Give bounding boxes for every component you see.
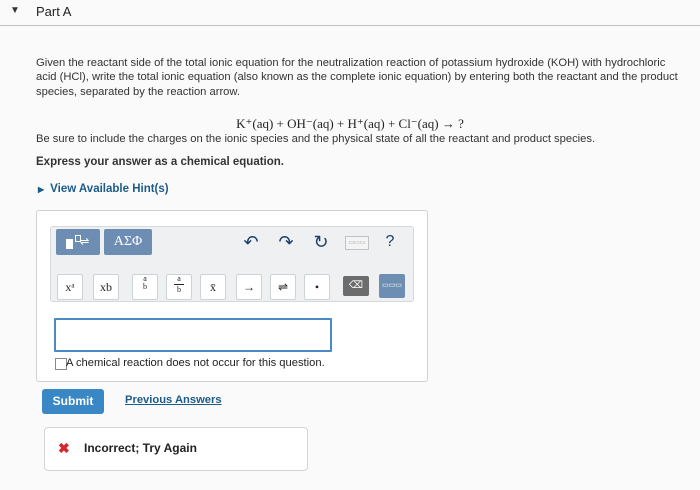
frac2-bottom: b xyxy=(177,285,181,294)
view-hints-label: View Available Hint(s) xyxy=(50,183,169,195)
templates-button[interactable]: ⇌ xyxy=(56,229,100,255)
no-reaction-label: A chemical reaction does not occur for t… xyxy=(66,357,325,369)
express-instruction: Express your answer as a chemical equati… xyxy=(36,156,284,168)
clear-button[interactable]: ⌫ xyxy=(343,276,369,296)
view-hints-link[interactable]: ▶ View Available Hint(s) xyxy=(38,183,169,195)
greek-symbols-button[interactable]: ΑΣΦ xyxy=(104,229,152,255)
answer-input[interactable] xyxy=(54,318,332,352)
equilibrium-arrow-button[interactable]: ⇌ xyxy=(270,274,296,300)
xbar-button[interactable]: x̄ xyxy=(200,274,226,300)
part-header[interactable]: ▼ Part A xyxy=(0,0,700,24)
feedback-text: Incorrect; Try Again xyxy=(84,441,197,455)
instruction-text: Be sure to include the charges on the io… xyxy=(36,133,596,145)
equilibrium-arrow-icon: ⇌ xyxy=(80,236,90,248)
redo-icon[interactable]: ↷ xyxy=(275,231,297,253)
superscript-button[interactable]: xᵃ xyxy=(57,274,83,300)
divider xyxy=(0,25,700,26)
submit-button[interactable]: Submit xyxy=(42,389,104,414)
triangle-down-icon[interactable]: ▼ xyxy=(10,5,20,16)
previous-answers-link[interactable]: Previous Answers xyxy=(125,394,222,406)
dot-button[interactable]: • xyxy=(304,274,330,300)
triangle-right-icon: ▶ xyxy=(38,185,45,194)
frac-bottom: b xyxy=(143,282,147,291)
question-text: Given the reactant side of the total ion… xyxy=(36,57,678,98)
template-box-icon xyxy=(66,239,73,249)
subscript-button[interactable]: xb xyxy=(93,274,119,300)
help-icon[interactable]: ? xyxy=(380,231,400,253)
keyboard-toggle-button[interactable]: ▭▭▭ xyxy=(379,274,405,298)
x-icon: ✖ xyxy=(58,440,70,456)
reaction-arrow-button[interactable]: → xyxy=(236,274,262,300)
reactant-equation: K⁺(aq) + OH⁻(aq) + H⁺(aq) + Cl⁻(aq) → ? xyxy=(236,116,464,131)
fraction-button[interactable]: ab xyxy=(132,274,158,300)
part-title: Part A xyxy=(36,4,72,19)
subscript-label: xb xyxy=(100,280,112,294)
fraction-bar-button[interactable]: ab xyxy=(166,274,192,300)
keyboard-icon[interactable]: ▭▭▭ xyxy=(345,236,369,250)
frac2-top: a xyxy=(177,274,181,283)
undo-icon[interactable]: ↶ xyxy=(240,231,262,253)
reset-icon[interactable]: ↻ xyxy=(310,231,332,253)
